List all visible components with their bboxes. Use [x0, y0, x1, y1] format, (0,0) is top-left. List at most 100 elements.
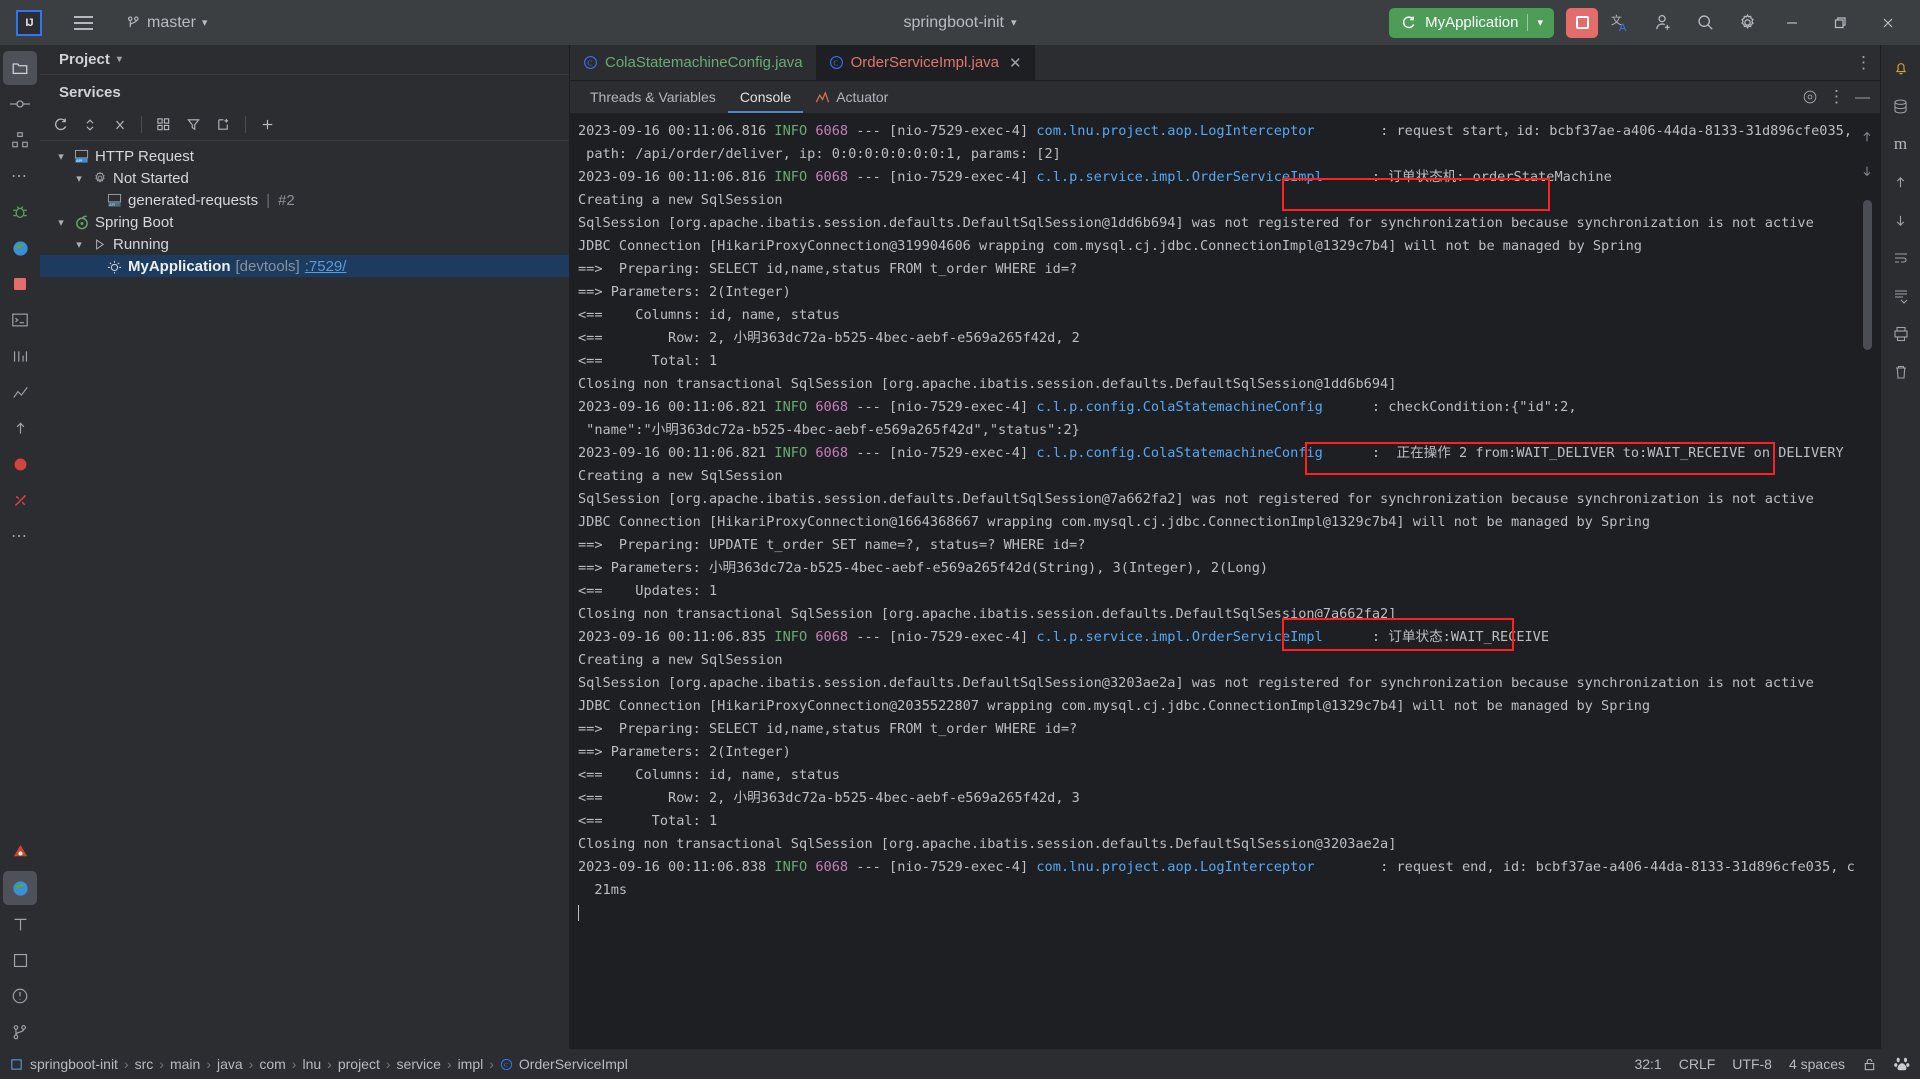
- close-tab-icon[interactable]: [106, 112, 133, 138]
- tree-node-http-request[interactable]: ▾ API HTTP Request: [40, 145, 569, 167]
- breadcrumb-item[interactable]: OrderServiceImpl: [519, 1056, 628, 1072]
- console-scroll-strip[interactable]: [1854, 114, 1880, 1049]
- sidebar-item-problems-bottom[interactable]: [3, 979, 37, 1013]
- scroll-down-icon[interactable]: [1858, 162, 1876, 180]
- group-icon[interactable]: [150, 112, 177, 138]
- sidebar-item-terminal[interactable]: [3, 303, 37, 337]
- tree-node-myapplication[interactable]: MyApplication [devtools] :7529/: [40, 255, 569, 277]
- sidebar-item-run[interactable]: [3, 267, 37, 301]
- chevron-down-icon[interactable]: ▾: [54, 216, 68, 229]
- log-segment: 6068: [815, 629, 849, 645]
- scroll-to-end-icon[interactable]: [1884, 279, 1918, 313]
- sidebar-item-more[interactable]: ⋯: [3, 159, 37, 193]
- expand-collapse-icon[interactable]: [76, 112, 103, 138]
- breadcrumb-item[interactable]: lnu: [302, 1056, 321, 1072]
- breadcrumb-separator: ›: [248, 1056, 254, 1072]
- sidebar-item-commit[interactable]: [3, 87, 37, 121]
- breadcrumb-item[interactable]: main: [170, 1056, 200, 1072]
- caret-position[interactable]: 32:1: [1634, 1056, 1661, 1072]
- scroll-to-top-icon[interactable]: [1884, 165, 1918, 199]
- search-icon[interactable]: [1686, 4, 1724, 42]
- sidebar-item-structure-bottom[interactable]: [3, 943, 37, 977]
- line-separator[interactable]: CRLF: [1679, 1056, 1716, 1072]
- maven-icon[interactable]: m: [1884, 127, 1918, 161]
- tree-node-port-link[interactable]: :7529/: [305, 258, 347, 275]
- database-icon[interactable]: [1884, 89, 1918, 123]
- translate-icon[interactable]: 文 A: [1602, 4, 1640, 42]
- sidebar-item-structure[interactable]: [3, 123, 37, 157]
- vcs-branch-widget[interactable]: master ▾: [126, 14, 207, 32]
- sidebar-item-services-active[interactable]: [3, 871, 37, 905]
- log-segment: 2023-09-16 00:11:06.821: [578, 399, 775, 415]
- breadcrumb-item[interactable]: service: [397, 1056, 441, 1072]
- scroll-to-bottom-icon[interactable]: [1884, 203, 1918, 237]
- chevron-down-icon[interactable]: ▾: [72, 238, 86, 251]
- maximize-window-button[interactable]: [1818, 1, 1862, 45]
- sidebar-item-git-bottom[interactable]: [3, 1015, 37, 1049]
- main-menu-button[interactable]: [66, 6, 100, 40]
- tree-node-generated-requests[interactable]: API generated-requests | #2: [40, 189, 569, 211]
- print-icon[interactable]: [1884, 317, 1918, 351]
- sidebar-item-build[interactable]: [3, 339, 37, 373]
- breadcrumb-item[interactable]: impl: [458, 1056, 484, 1072]
- chevron-down-icon[interactable]: ▾: [54, 150, 68, 163]
- sidebar-item-problems[interactable]: [3, 483, 37, 517]
- scroll-up-icon[interactable]: [1858, 128, 1876, 146]
- scrollbar-thumb[interactable]: [1862, 200, 1872, 350]
- rerun-icon[interactable]: [46, 112, 73, 138]
- more-options-icon[interactable]: ⋮: [1828, 87, 1845, 107]
- sidebar-item-todo[interactable]: [3, 447, 37, 481]
- project-panel-header[interactable]: Project ▾: [40, 45, 569, 75]
- sidebar-item-terminal-bottom[interactable]: [3, 907, 37, 941]
- close-icon[interactable]: ✕: [1009, 54, 1022, 72]
- tab-actuator[interactable]: Actuator: [803, 81, 900, 113]
- sidebar-item-more-bottom[interactable]: ⋯: [3, 519, 37, 553]
- tab-console[interactable]: Console: [728, 81, 803, 113]
- tree-node-running[interactable]: ▾ Running: [40, 233, 569, 255]
- chevron-down-icon[interactable]: ▾: [117, 54, 122, 65]
- settings-gear-icon[interactable]: [1802, 89, 1818, 105]
- console-log-line: Closing non transactional SqlSession [or…: [578, 833, 1854, 856]
- tab-threads-and-variables[interactable]: Threads & Variables: [578, 81, 728, 113]
- hide-panel-icon[interactable]: —: [1855, 89, 1870, 106]
- file-encoding[interactable]: UTF-8: [1732, 1056, 1772, 1072]
- chevron-down-icon[interactable]: ▾: [1537, 16, 1543, 29]
- sidebar-item-project[interactable]: [3, 51, 37, 85]
- soft-wrap-icon[interactable]: [1884, 241, 1918, 275]
- trash-icon[interactable]: [1884, 355, 1918, 389]
- run-configuration-button[interactable]: MyApplication ▾: [1389, 7, 1554, 38]
- sidebar-item-pull-requests[interactable]: [3, 411, 37, 445]
- baidu-icon[interactable]: [1894, 1056, 1910, 1072]
- sidebar-item-services[interactable]: [3, 231, 37, 265]
- minimize-window-button[interactable]: [1770, 1, 1814, 45]
- project-widget[interactable]: springboot-init ▾: [903, 14, 1016, 32]
- sidebar-item-profiler[interactable]: [3, 375, 37, 409]
- editor-tab-order-service-impl[interactable]: C OrderServiceImpl.java ✕: [815, 45, 1035, 80]
- add-user-icon[interactable]: [1644, 4, 1682, 42]
- chevron-down-icon[interactable]: ▾: [72, 172, 86, 185]
- stop-button[interactable]: [1566, 7, 1598, 38]
- breadcrumb-item[interactable]: com: [259, 1056, 285, 1072]
- console-output[interactable]: 2023-09-16 00:11:06.816 INFO 6068 --- [n…: [570, 114, 1854, 1049]
- add-icon[interactable]: [254, 112, 281, 138]
- sidebar-item-debug[interactable]: [3, 195, 37, 229]
- indent-setting[interactable]: 4 spaces: [1789, 1056, 1845, 1072]
- breadcrumb-item[interactable]: java: [217, 1056, 243, 1072]
- breadcrumb-item[interactable]: springboot-init: [30, 1056, 118, 1072]
- breadcrumb-item[interactable]: src: [135, 1056, 154, 1072]
- new-tab-icon[interactable]: [210, 112, 237, 138]
- unlocked-icon[interactable]: [1862, 1057, 1877, 1072]
- breadcrumb-item[interactable]: project: [338, 1056, 380, 1072]
- title-bar: IJ master ▾ springboot-init ▾ MyApplicat…: [0, 0, 1920, 45]
- editor-tab-cola-statemachine-config[interactable]: C ColaStatemachineConfig.java: [570, 45, 816, 80]
- more-options-icon[interactable]: ⋮: [1855, 53, 1872, 73]
- notifications-bell-icon[interactable]: [1884, 51, 1918, 85]
- log-segment: INFO: [774, 169, 808, 185]
- console-log-line: <== Row: 2, 小明363dc72a-b525-4bec-aebf-e5…: [578, 327, 1854, 350]
- filter-icon[interactable]: [180, 112, 207, 138]
- tree-node-not-started[interactable]: ▾ Not Started: [40, 167, 569, 189]
- sidebar-item-database-bottom[interactable]: [3, 835, 37, 869]
- close-window-button[interactable]: [1866, 1, 1910, 45]
- tree-node-spring-boot[interactable]: ▾ Spring Boot: [40, 211, 569, 233]
- settings-gear-icon[interactable]: [1728, 4, 1766, 42]
